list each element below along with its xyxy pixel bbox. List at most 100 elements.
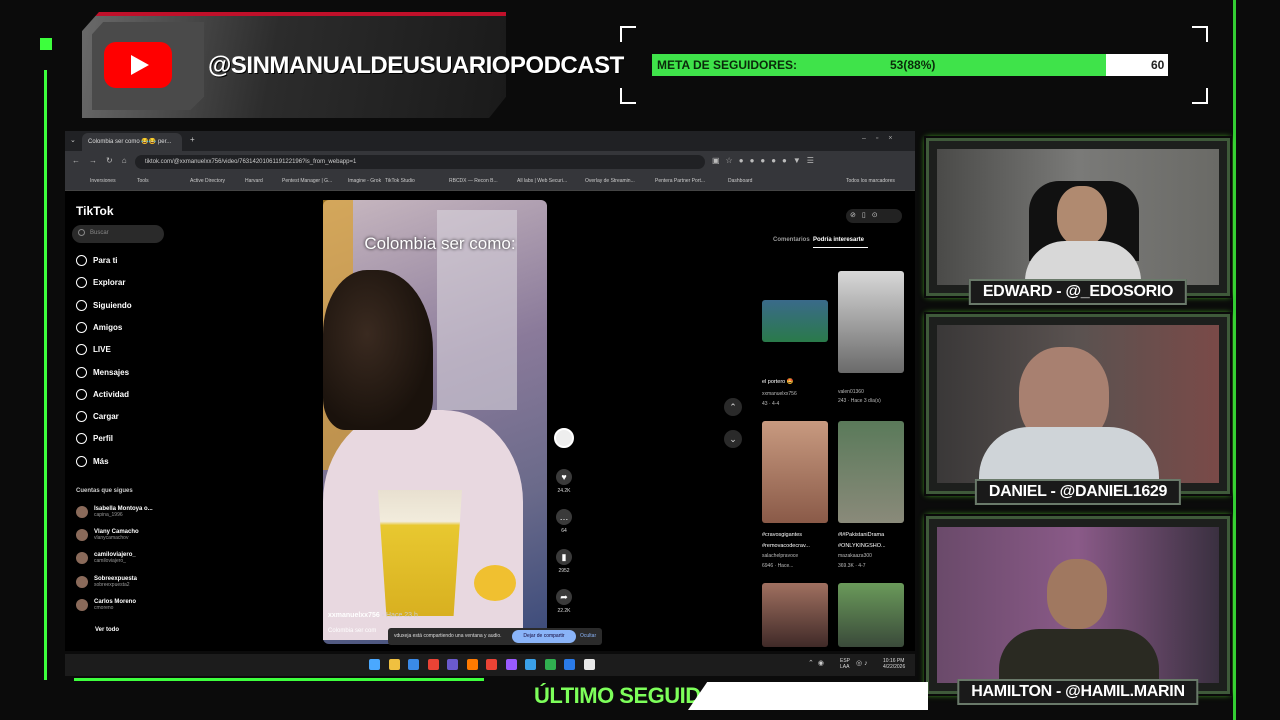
sidebar-item-label: Para ti — [93, 256, 118, 265]
bookmark-item[interactable]: RBCDX — Recon B... — [449, 178, 498, 184]
window-controls[interactable]: –▫× — [862, 135, 902, 142]
see-all-link[interactable]: Ver todo — [95, 627, 119, 633]
taskbar-app-icon[interactable] — [388, 659, 400, 670]
sidebar-item-profile[interactable]: Perfil — [76, 433, 113, 445]
tray-clock[interactable]: 10:16 PM 4/22/2026 — [883, 658, 905, 670]
bookmark-item[interactable]: Active Directory — [190, 178, 225, 184]
taskbar-app-icon[interactable] — [408, 659, 419, 670]
suggestion-author-4[interactable]: mazakaaza300 — [838, 553, 872, 559]
sidebar-item-label: Más — [93, 456, 109, 466]
left-accent-line — [44, 70, 47, 680]
sidebar-item-explore[interactable]: Explorar — [76, 277, 125, 289]
bookmark-item[interactable]: Imagine - Grok — [348, 178, 381, 184]
suggestion-author-2[interactable]: valen01360 — [838, 389, 864, 395]
suggestion-thumb-4[interactable] — [838, 421, 904, 523]
hide-share-notice-button[interactable]: Ocultar — [580, 633, 596, 639]
prev-video-button[interactable]: ⌃ — [724, 398, 742, 416]
suggestion-stats-4: 369.3K · 4-7 — [838, 563, 866, 569]
search-icon — [78, 229, 85, 236]
sidebar-item-upload[interactable]: Cargar — [76, 411, 119, 423]
video-cup — [474, 565, 516, 601]
share-button[interactable]: ➦ 22.2K — [552, 589, 576, 614]
follower-goal-label: META DE SEGUIDORES: — [657, 58, 798, 72]
taskbar-app-icon[interactable] — [447, 659, 458, 670]
suggestion-thumb-5[interactable] — [762, 583, 828, 647]
sidebar-item-more[interactable]: Más — [76, 455, 109, 467]
suggestion-author-3[interactable]: salachelpravoce — [762, 553, 798, 559]
following-account[interactable]: Vlany Camacho vlanycamachov — [76, 529, 139, 542]
following-account-text: Isabella Montoya o... capina_1996 — [94, 506, 153, 518]
suggestion-thumb-3[interactable] — [762, 421, 828, 523]
search-input[interactable]: Buscar — [72, 225, 164, 243]
taskbar-app-icon[interactable] — [486, 659, 497, 670]
following-account[interactable]: Carlos Moreno cmoreno — [76, 598, 136, 611]
stop-sharing-button[interactable]: Dejar de compartir — [512, 630, 576, 643]
suggestion-thumb-6[interactable] — [838, 583, 904, 647]
bookmark-item[interactable]: Todos los marcadores — [846, 178, 895, 184]
avatar — [76, 552, 88, 565]
goal-bracket-tl — [620, 26, 636, 42]
upload-icon — [76, 411, 87, 423]
sidebar-item-messages[interactable]: Mensajes — [76, 366, 129, 378]
bookmark-item[interactable]: Harvard — [245, 178, 263, 184]
like-button[interactable]: ♥ 24.2K — [552, 469, 576, 494]
profile-icon — [76, 433, 87, 445]
bookmark-item[interactable]: Overlay de Streamin... — [585, 178, 635, 184]
address-bar[interactable]: tiktok.com/@xxmanuelxx756/video/76314201… — [135, 155, 705, 169]
bookmark-item[interactable]: Tools — [137, 178, 149, 184]
taskbar-app-icon[interactable] — [427, 659, 439, 670]
sidebar-item-label: Actividad — [93, 389, 130, 399]
live-icon — [76, 344, 87, 356]
nav-buttons[interactable]: ←→↻⌂ — [72, 156, 136, 165]
tiktok-logo[interactable]: TikTok — [76, 204, 114, 218]
sidebar-item-home[interactable]: Para ti — [76, 255, 117, 266]
taskbar-app-icon[interactable] — [369, 659, 380, 670]
browser-tab[interactable]: Colombia ser como 😂😂 per... — [82, 133, 182, 151]
bookmark-item[interactable]: Inversiones — [90, 178, 116, 184]
bookmark-item[interactable]: Dashboard — [728, 178, 752, 184]
account-name: Sobreexpuesta — [94, 575, 138, 582]
video-author[interactable]: xxmanuelxx756 · Hace 23 h — [328, 612, 418, 619]
following-title: Cuentas que sigues — [76, 488, 133, 494]
comment-button[interactable]: … 64 — [552, 509, 576, 534]
bookmark-item[interactable]: TikTok Studio — [385, 178, 415, 184]
sidebar-item-live[interactable]: LIVE — [76, 344, 111, 356]
taskbar-app-icon[interactable] — [544, 659, 556, 670]
webcam-hamilton-label: HAMILTON - @HAMIL.MARIN — [957, 679, 1199, 705]
taskbar-app-icon[interactable] — [525, 659, 536, 670]
suggestion-author-1[interactable]: xxmanuelxx756 — [762, 391, 797, 397]
right-accent-line — [1233, 0, 1236, 720]
following-account[interactable]: camiloviajero_ camiloviajero_ — [76, 552, 136, 565]
following-icon — [76, 299, 87, 311]
bookmark-button[interactable]: ▮ 2952 — [552, 549, 576, 574]
following-account[interactable]: Sobreexpuesta sobreexpuesta2 — [76, 575, 138, 588]
sidebar-item-activity[interactable]: Actividad — [76, 388, 130, 400]
tab-comments[interactable]: Comentarios — [773, 237, 810, 243]
bookmark-item[interactable]: All labs | Web Securi... — [517, 178, 567, 184]
video-author-name[interactable]: xxmanuelxx756 — [328, 612, 380, 619]
taskbar-app-icon[interactable] — [466, 659, 478, 670]
suggestion-caption-4: #l#PakistaniDrama #ONLYKINGSHO... — [838, 532, 886, 549]
avatar — [76, 529, 88, 542]
taskbar-app-icon[interactable] — [505, 659, 517, 670]
suggestion-thumb-1[interactable] — [762, 300, 828, 342]
bookmark-item[interactable]: Pentest Manager | G... — [282, 178, 332, 184]
suggestion-thumb-2[interactable] — [838, 271, 904, 373]
following-account[interactable]: Isabella Montoya o... capina_1996 — [76, 506, 153, 518]
taskbar-app-icon[interactable] — [583, 659, 595, 670]
tab-search-icon[interactable]: ⌄ — [70, 136, 76, 144]
tab-might-interest[interactable]: Podría interesarte — [813, 237, 864, 243]
sidebar-item-friends[interactable]: Amigos — [76, 321, 122, 333]
new-tab-button[interactable]: + — [190, 135, 195, 144]
right-panel-icons[interactable]: ⊘▯⊙ — [846, 209, 902, 223]
sidebar-item-following[interactable]: Siguiendo — [76, 299, 132, 311]
bookmark-item[interactable]: Pentera Partner Port... — [655, 178, 705, 184]
account-handle: cmoreno — [94, 604, 114, 611]
toolbar-extension-icons[interactable]: ▣☆●●●●●▼☰ — [712, 156, 820, 165]
tray-language[interactable]: ESP LAA — [840, 658, 850, 670]
tray-net-sound[interactable]: ◎♪ — [856, 659, 870, 667]
taskbar-app-icon[interactable] — [564, 659, 575, 670]
tray-icons[interactable]: ⌃◉ — [808, 659, 828, 667]
next-video-button[interactable]: ⌄ — [724, 430, 742, 448]
creator-avatar[interactable] — [554, 428, 574, 448]
